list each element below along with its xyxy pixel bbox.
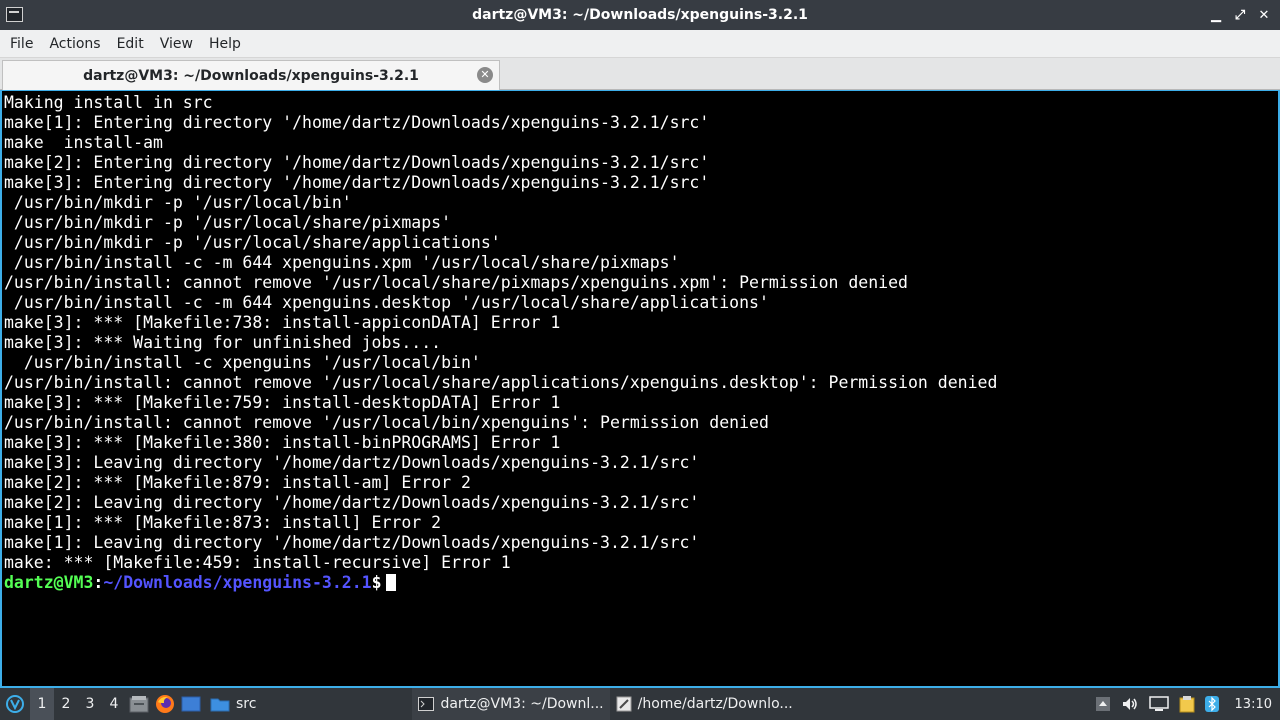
show-desktop-icon <box>181 696 201 712</box>
tab-title: dartz@VM3: ~/Downloads/xpenguins-3.2.1 <box>83 67 419 84</box>
bluetooth-icon[interactable] <box>1204 696 1219 712</box>
terminal-tab[interactable]: dartz@VM3: ~/Downloads/xpenguins-3.2.1 ✕ <box>2 60 500 90</box>
text-editor-icon <box>616 696 632 712</box>
terminal-line: make: *** [Makefile:459: install-recursi… <box>4 553 511 572</box>
terminal-line: /usr/bin/mkdir -p '/usr/local/share/appl… <box>4 233 501 252</box>
task-label: dartz@VM3: ~/Downl... <box>440 696 604 712</box>
terminal-line: make[2]: Leaving directory '/home/dartz/… <box>4 493 700 512</box>
terminal-line: Making install in src <box>4 93 213 112</box>
tray-up-arrow-icon[interactable] <box>1095 696 1111 712</box>
prompt-path: ~/Downloads/xpenguins-3.2.1 <box>103 573 372 592</box>
close-icon[interactable]: ✕ <box>1256 7 1272 23</box>
terminal-line: make[3]: *** Waiting for unfinished jobs… <box>4 333 442 352</box>
firefox-icon <box>156 695 174 713</box>
file-manager-launcher[interactable] <box>126 688 152 720</box>
terminal-icon <box>418 697 435 711</box>
desktop-switch-4[interactable]: 4 <box>102 688 126 720</box>
screen-icon[interactable] <box>1148 696 1169 712</box>
prompt-user: dartz@VM3 <box>4 573 94 592</box>
folder-icon <box>210 698 230 712</box>
system-tray: 13:10 <box>1095 688 1280 720</box>
clock[interactable]: 13:10 <box>1235 697 1272 712</box>
terminal-line: make[1]: Leaving directory '/home/dartz/… <box>4 533 700 552</box>
menu-help[interactable]: Help <box>203 36 247 52</box>
window-controls: ▁ ⤢ ✕ <box>1208 0 1272 30</box>
desktop-switch-2[interactable]: 2 <box>54 688 78 720</box>
terminal-line: /usr/bin/mkdir -p '/usr/local/bin' <box>4 193 352 212</box>
terminal-line: make[3]: *** [Makefile:759: install-desk… <box>4 393 561 412</box>
terminal-line: make[2]: *** [Makefile:879: install-am] … <box>4 473 471 492</box>
menu-edit[interactable]: Edit <box>111 36 150 52</box>
tab-close-icon[interactable]: ✕ <box>477 67 493 83</box>
terminal-line: make[2]: Entering directory '/home/dartz… <box>4 153 710 172</box>
terminal-app-icon <box>6 7 23 22</box>
menu-file[interactable]: File <box>4 36 39 52</box>
text-cursor <box>385 574 396 591</box>
terminal-line: make[3]: Leaving directory '/home/dartz/… <box>4 453 700 472</box>
terminal-line: /usr/bin/install -c -m 644 xpenguins.xpm… <box>4 253 680 272</box>
firefox-launcher[interactable] <box>152 688 178 720</box>
window-title: dartz@VM3: ~/Downloads/xpenguins-3.2.1 <box>472 7 808 23</box>
menu-view[interactable]: View <box>154 36 199 52</box>
terminal-line: /usr/bin/mkdir -p '/usr/local/share/pixm… <box>4 213 452 232</box>
terminal-line: /usr/bin/install -c -m 644 xpenguins.des… <box>4 293 769 312</box>
desktop-switch-3[interactable]: 3 <box>78 688 102 720</box>
terminal-line: /usr/bin/install: cannot remove '/usr/lo… <box>4 373 998 392</box>
restore-icon[interactable]: ⤢ <box>1232 7 1248 23</box>
terminal-line: make[1]: Entering directory '/home/dartz… <box>4 113 710 132</box>
menu-bar: File Actions Edit View Help <box>0 30 1280 58</box>
prompt-colon: : <box>93 573 104 592</box>
tab-bar: dartz@VM3: ~/Downloads/xpenguins-3.2.1 ✕ <box>0 58 1280 90</box>
lxqt-start-icon <box>6 695 24 713</box>
show-desktop-launcher[interactable] <box>178 688 204 720</box>
title-bar[interactable]: dartz@VM3: ~/Downloads/xpenguins-3.2.1 ▁… <box>0 0 1280 30</box>
start-menu-button[interactable] <box>0 688 30 720</box>
terminal-line: make[3]: Entering directory '/home/dartz… <box>4 173 710 192</box>
terminal-line: make[1]: *** [Makefile:873: install] Err… <box>4 513 442 532</box>
terminal-line: /usr/bin/install -c xpenguins '/usr/loca… <box>4 353 481 372</box>
file-manager-icon <box>129 696 149 713</box>
volume-icon[interactable] <box>1121 696 1139 712</box>
terminal-line: /usr/bin/install: cannot remove '/usr/lo… <box>4 413 769 432</box>
terminal-line: make install-am <box>4 133 163 152</box>
prompt-symbol: $ <box>371 573 382 592</box>
terminal-lines: Making install in src make[1]: Entering … <box>4 93 997 593</box>
terminal-line: make[3]: *** [Makefile:738: install-appi… <box>4 313 561 332</box>
terminal-output[interactable]: Making install in src make[1]: Entering … <box>0 90 1280 688</box>
desktop-switch-1[interactable]: 1 <box>30 688 54 720</box>
taskbar: 1 2 3 4 src dartz@VM3: ~/Downl... /home/… <box>0 688 1280 720</box>
terminal-line: /usr/bin/install: cannot remove '/usr/lo… <box>4 273 908 292</box>
terminal-line: make[3]: *** [Makefile:380: install-binP… <box>4 433 561 452</box>
task-label: src <box>236 696 257 712</box>
task-folder-src[interactable]: src <box>204 688 262 720</box>
task-text-editor[interactable]: /home/dartz/Downlo... <box>610 688 799 720</box>
clipboard-icon[interactable] <box>1179 695 1195 713</box>
minimize-icon[interactable]: ▁ <box>1208 7 1224 23</box>
menu-actions[interactable]: Actions <box>43 36 106 52</box>
task-label: /home/dartz/Downlo... <box>637 696 793 712</box>
task-terminal[interactable]: dartz@VM3: ~/Downl... <box>412 688 610 720</box>
terminal-prompt-line[interactable]: dartz@VM3:~/Downloads/xpenguins-3.2.1$ <box>4 573 997 593</box>
